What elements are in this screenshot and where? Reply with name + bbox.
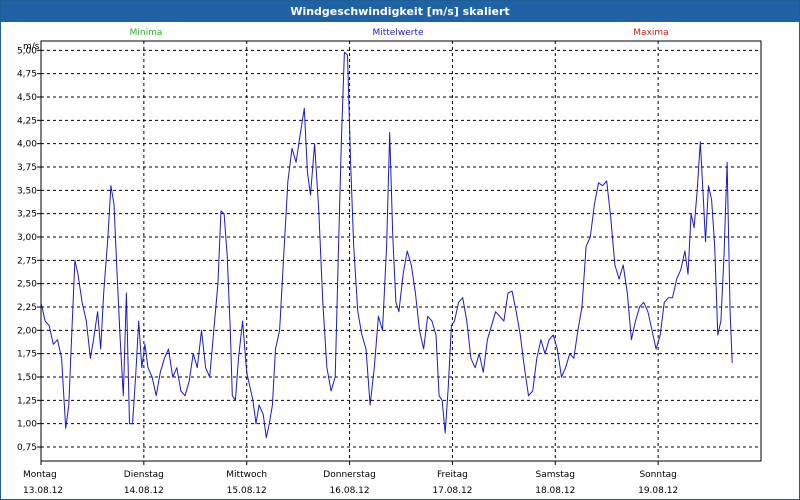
- y-tick-label: 3,25: [17, 210, 37, 220]
- plot-area: [40, 40, 762, 462]
- x-tick-day: Montag: [23, 470, 57, 480]
- legend-mittelwerte: Mittelwerte: [372, 28, 423, 38]
- y-tick-label: 4,50: [17, 93, 37, 103]
- x-tick-date: 16.08.12: [330, 486, 370, 496]
- x-ticks: Montag 13.08.12 Dienstag 14.08.12 Mittwoch 15…: [23, 461, 678, 496]
- x-tick-day: Samstag: [536, 470, 575, 480]
- y-tick-label: 4,25: [17, 116, 37, 126]
- x-tick-date: 18.08.12: [535, 486, 575, 496]
- line-chart: Minima Mittelwerte Maxima m/s 0,751,001,…: [17, 28, 762, 496]
- y-tick-label: 0,75: [17, 443, 37, 453]
- chart-window: Windgeschwindigkeit [m/s] skaliert Minim…: [0, 0, 800, 500]
- y-tick-label: 1,00: [17, 420, 37, 430]
- y-ticks: 0,75 1,00 1,25 1,50 1,75 2,00 2,25 2,50 2,75 3,00…: [17, 46, 41, 453]
- y-tick-label: 3,75: [17, 163, 37, 173]
- y-tick-label: 3,50: [17, 186, 37, 196]
- x-tick-day: Dienstag: [124, 470, 164, 480]
- x-tick-date: 19.08.12: [638, 486, 678, 496]
- legend-maxima: Maxima: [633, 28, 668, 38]
- y-tick-label: 4,00: [17, 140, 37, 150]
- y-tick-label: 2,50: [17, 280, 37, 290]
- y-tick-label: 1,75: [17, 350, 37, 360]
- y-tick-label: 2,25: [17, 303, 37, 313]
- x-tick-date: 14.08.12: [124, 486, 164, 496]
- x-tick-date: 13.08.12: [23, 486, 63, 496]
- x-tick-date: 17.08.12: [432, 486, 472, 496]
- y-tick-label: 1,50: [17, 373, 37, 383]
- x-tick-date: 15.08.12: [227, 486, 267, 496]
- legend-minima: Minima: [130, 28, 163, 38]
- y-tick-label: 1,25: [17, 396, 37, 406]
- x-tick-day: Mittwoch: [226, 470, 267, 480]
- y-tick-label: 2,00: [17, 326, 37, 336]
- y-tick-label: 3,00: [17, 233, 37, 243]
- y-tick-label: 5,00: [17, 46, 37, 56]
- x-tick-day: Sonntag: [639, 470, 676, 480]
- x-tick-day: Donnerstag: [323, 470, 376, 480]
- y-tick-label: 4,75: [17, 70, 37, 80]
- x-tick-day: Freitag: [437, 470, 468, 480]
- y-tick-label: 2,75: [17, 256, 37, 266]
